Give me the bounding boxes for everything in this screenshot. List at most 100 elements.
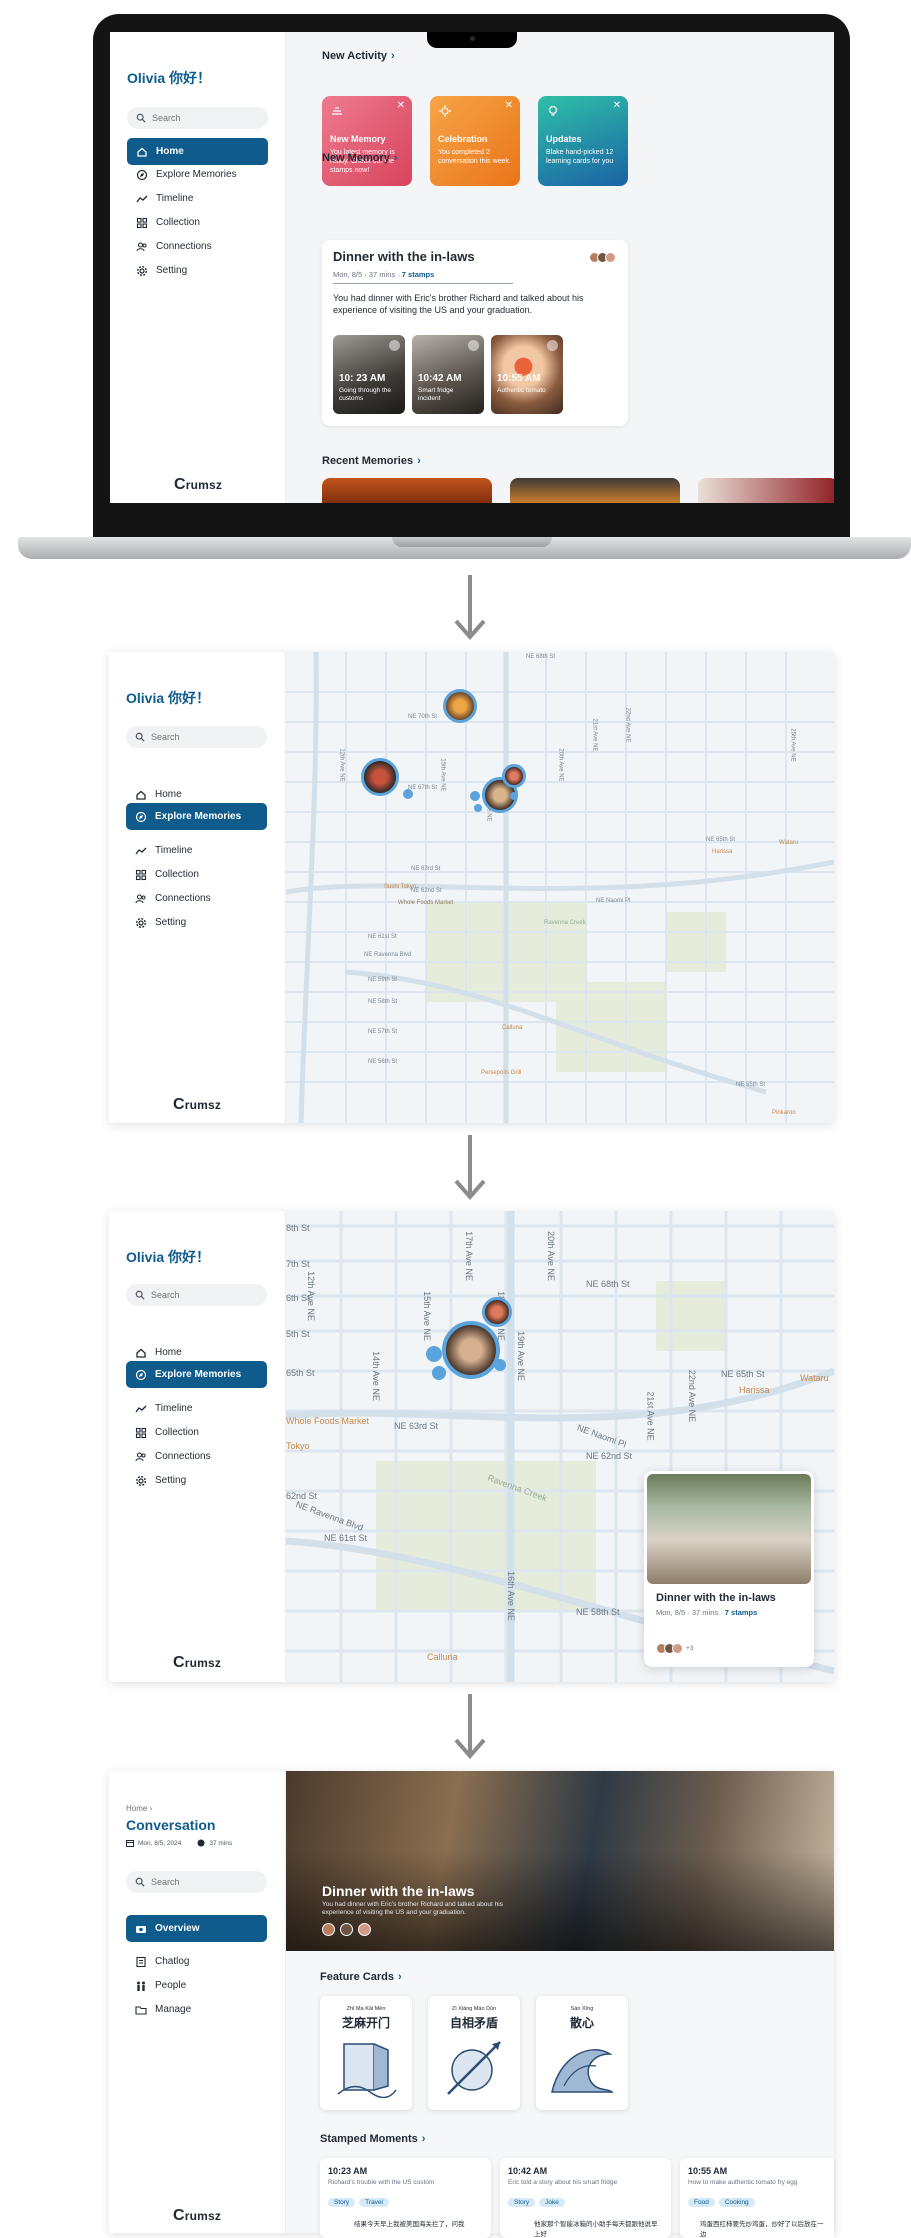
feature-card[interactable]: Zì Xiāng Máo Dùn 自相矛盾	[428, 1996, 520, 2110]
greeting: Olivia 你好！	[127, 70, 212, 86]
nav-collection[interactable]: Collection	[126, 861, 267, 888]
place-label: Calluna	[502, 1025, 523, 1031]
cluster-dot[interactable]	[494, 1359, 506, 1371]
hero-title: Dinner with the in-laws	[322, 1883, 475, 1899]
breadcrumb[interactable]: Home ›	[126, 1804, 152, 1813]
party-icon	[439, 105, 451, 117]
memory-popup-card[interactable]: Dinner with the in-laws Mon, 8/5 · 37 mi…	[644, 1471, 814, 1667]
search-input[interactable]	[151, 1877, 261, 1887]
cluster-dot[interactable]	[470, 791, 480, 801]
recent-memories-heading[interactable]: Recent Memories ›	[322, 455, 421, 467]
tag[interactable]: Joke	[539, 2198, 565, 2207]
stamp-time: 10:55 AM	[688, 2166, 728, 2176]
nav-collection[interactable]: Collection	[127, 209, 268, 236]
cluster-dot[interactable]	[510, 792, 518, 800]
tag[interactable]: Food	[688, 2198, 715, 2207]
nav-timeline[interactable]: Timeline	[126, 1395, 267, 1422]
cluster-dot[interactable]	[432, 1366, 446, 1380]
laptop-bezel-bottom	[93, 503, 850, 539]
street-label: NE 65th St	[706, 837, 736, 843]
search-input[interactable]	[151, 1290, 261, 1300]
map-view[interactable]: NE 70th St NE 68th St NE 67th St NE 65th…	[286, 652, 834, 1123]
tag[interactable]: Story	[328, 2198, 356, 2207]
moment-thumbnail[interactable]: 10:55 AM Authentic tomato	[491, 335, 563, 414]
close-icon[interactable]: ✕	[397, 100, 405, 111]
activity-card-celebration[interactable]: ✕ Celebration You completed 2 conversati…	[430, 96, 520, 186]
conversation-hero: Dinner with the in-laws You had dinner w…	[286, 1771, 834, 1951]
selected-memory-pin[interactable]	[442, 1321, 500, 1379]
moment-thumbnail[interactable]: 10: 23 AM Going through the customs	[333, 335, 405, 414]
search-box[interactable]	[127, 107, 268, 129]
close-icon[interactable]: ✕	[505, 100, 513, 111]
memory-pin[interactable]	[361, 758, 399, 796]
grid-icon	[135, 869, 147, 880]
search-box[interactable]	[126, 1871, 267, 1893]
cluster-dot[interactable]	[403, 789, 413, 799]
nav-setting[interactable]: Setting	[126, 1467, 267, 1494]
nav-overview[interactable]: Overview	[126, 1915, 267, 1942]
stamped-moment-card[interactable]: 10:42 AM Eric told a story about his sma…	[500, 2158, 671, 2238]
cluster-dot[interactable]	[474, 804, 482, 812]
new-activity-heading[interactable]: New Activity ›	[322, 50, 395, 62]
new-memory-heading[interactable]: New Memory ›	[322, 152, 398, 164]
memory-pin[interactable]	[443, 689, 477, 723]
tag[interactable]: Cooking	[718, 2198, 755, 2207]
close-icon[interactable]: ✕	[613, 100, 621, 111]
street-label: 22nd Ave NE	[624, 707, 631, 743]
nav-setting[interactable]: Setting	[126, 909, 267, 936]
moment-thumbnail[interactable]: 10:42 AM Smart fridge incident	[412, 335, 484, 414]
nav-people[interactable]: People	[126, 1972, 267, 1999]
place-label: Whole Foods Market	[398, 900, 454, 906]
nav-explore-memories[interactable]: Explore Memories	[126, 803, 267, 830]
street-label: NE 58th St	[368, 999, 398, 1005]
nav-timeline[interactable]: Timeline	[127, 185, 268, 212]
nav-connections[interactable]: Connections	[126, 1443, 267, 1470]
crumsz-logo: Crumsz	[174, 476, 223, 493]
memory-pin[interactable]	[482, 1297, 512, 1327]
thumb-label: Smart fridge incident	[418, 387, 454, 402]
memory-card[interactable]: Dinner with the in-laws Mon, 8/5 · 37 mi…	[322, 240, 628, 426]
feature-card[interactable]: Zhī Ma Kāi Mén 芝麻开门	[320, 1996, 412, 2110]
nav-connections[interactable]: Connections	[126, 885, 267, 912]
stamp-quote: 鸡蛋西红柿要先炒鸡蛋，炒好了以后放在一边	[700, 2221, 824, 2238]
search-input[interactable]	[151, 732, 261, 742]
nav-chatlog[interactable]: Chatlog	[126, 1948, 267, 1975]
nav-label: Explore Memories	[155, 811, 242, 822]
nav-collection[interactable]: Collection	[126, 1419, 267, 1446]
feature-cards-heading[interactable]: Feature Cards ›	[320, 1971, 402, 1983]
cluster-dot[interactable]	[426, 1346, 442, 1362]
activity-card-updates[interactable]: ✕ Updates Blake hand-picked 12 learning …	[538, 96, 628, 186]
search-icon	[135, 1290, 145, 1300]
search-box[interactable]	[126, 1284, 267, 1306]
feature-card[interactable]: Sàn Xīng 散心	[536, 1996, 628, 2110]
nav-label: Collection	[155, 1427, 199, 1438]
nav-label: Home	[155, 789, 182, 800]
nav-explore-memories[interactable]: Explore Memories	[127, 161, 268, 188]
nav-connections[interactable]: Connections	[127, 233, 268, 260]
document-icon	[136, 1956, 146, 1967]
nav-setting[interactable]: Setting	[127, 257, 268, 284]
hanzi: 散心	[569, 2016, 594, 2030]
map1-sidebar: Olivia 你好！ Home Explore Memories Timelin…	[109, 652, 286, 1123]
stamped-moment-card[interactable]: 10:55 AM How to make authentic tomato fr…	[680, 2158, 834, 2238]
search-box[interactable]	[126, 726, 267, 748]
nav-explore-memories[interactable]: Explore Memories	[126, 1361, 267, 1388]
recent-memory-card[interactable]	[510, 478, 680, 503]
street-label: NE 56th St	[368, 1059, 398, 1065]
tag[interactable]: Travel	[359, 2198, 389, 2207]
stamped-moments-heading[interactable]: Stamped Moments ›	[320, 2133, 425, 2145]
recent-memory-card[interactable]	[322, 478, 492, 503]
nav-label: Connections	[156, 241, 212, 252]
stamped-moment-card[interactable]: 10:23 AM Richard's trouble with the US c…	[320, 2158, 491, 2238]
card-title: New Memory	[330, 134, 386, 144]
memory-pin[interactable]	[502, 764, 526, 788]
card-title: Updates	[546, 134, 582, 144]
activity-card-new-memory[interactable]: ✕ New Memory You latest memory is ready.…	[322, 96, 412, 186]
tag[interactable]: Story	[508, 2198, 536, 2207]
home-screen: Olivia 你好！ Home Explore Memories Timelin…	[110, 32, 834, 503]
search-input[interactable]	[152, 113, 262, 123]
nav-timeline[interactable]: Timeline	[126, 837, 267, 864]
gear-icon	[135, 917, 147, 928]
nav-manage[interactable]: Manage	[126, 1996, 267, 2023]
recent-memory-card[interactable]	[698, 478, 834, 503]
